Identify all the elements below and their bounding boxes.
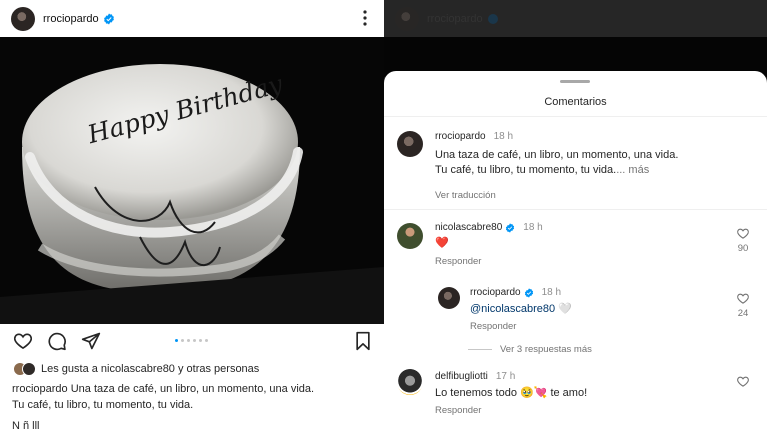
caption-username[interactable]: rrociopardo <box>435 131 486 142</box>
verified-badge-icon <box>524 287 533 298</box>
comments-sheet: Comentarios rrociopardo 18 h Una taza de… <box>384 71 767 430</box>
more-options-icon[interactable] <box>358 9 372 27</box>
carousel-dot <box>193 339 196 342</box>
comment-avatar[interactable] <box>397 223 423 249</box>
comment-time: 18 h <box>523 222 543 233</box>
comment-username[interactable]: nicolascabre80 <box>435 222 502 233</box>
cake-image: Happy Birthday <box>0 37 384 324</box>
carousel-dot <box>175 339 178 342</box>
mention-link[interactable]: @nicolascabre80 <box>470 303 555 315</box>
comment-author: nicolascabre80 18 h <box>435 222 543 233</box>
comment-avatar[interactable] <box>397 369 423 395</box>
divider <box>468 349 492 350</box>
heart-icon[interactable] <box>13 331 33 351</box>
verified-badge-icon <box>487 13 498 24</box>
caption-avatar[interactable] <box>397 131 423 157</box>
caption-line2: Tu café, tu libro, tu momento, tu vida. <box>12 399 194 411</box>
comment-time: 17 h <box>495 371 516 382</box>
likes-text[interactable]: Les gusta a nicolascabre80 y otras perso… <box>41 363 259 375</box>
comment-text: Lo tenemos todo 🥹💘 te amo! <box>435 387 588 399</box>
like-count: 24 <box>737 308 749 319</box>
post-header: rrociopardo <box>0 0 384 37</box>
view-more-replies[interactable]: Ver 3 respuestas más <box>468 344 592 355</box>
carousel-dot <box>181 339 184 342</box>
caption-line1: Una taza de café, un libro, un momento, … <box>435 149 679 161</box>
caption-username[interactable]: rrociopardo <box>12 383 68 395</box>
comment-icon[interactable] <box>47 331 67 351</box>
heart-icon[interactable] <box>736 375 750 388</box>
likes-summary[interactable]: Les gusta a nicolascabre80 y otras perso… <box>13 362 259 376</box>
carousel-dot <box>199 339 202 342</box>
sheet-title: Comentarios <box>544 96 607 108</box>
author-avatar[interactable] <box>11 6 35 31</box>
post-actions <box>13 331 373 353</box>
author-avatar <box>395 6 419 31</box>
like-count: 90 <box>737 243 749 254</box>
liker-avatar <box>22 362 36 376</box>
comment-username[interactable]: delfibugliotti <box>435 371 488 382</box>
comment-text: ❤️ <box>435 237 449 249</box>
caption-line1: Una taza de café, un libro, un momento, … <box>70 383 315 395</box>
reply-text: @nicolascabre80 🤍 <box>470 302 572 317</box>
caption-line2: Tu café, tu libro, tu momento, tu vida. <box>435 164 617 176</box>
view-more-replies-label[interactable]: Ver 3 respuestas más <box>500 344 592 355</box>
author-username[interactable]: rrociopardo <box>43 13 99 25</box>
verified-badge-icon <box>506 222 515 233</box>
caption-author: rrociopardo 18 h <box>435 131 513 142</box>
sheet-drag-handle[interactable] <box>560 80 590 83</box>
heart-icon[interactable] <box>736 292 750 305</box>
caption-text: Una taza de café, un libro, un momento, … <box>435 148 755 178</box>
heart-icon[interactable] <box>736 227 750 240</box>
translate-link[interactable]: Ver traducción <box>435 190 496 201</box>
reply-time: 18 h <box>541 287 562 298</box>
reply-button[interactable]: Responder <box>435 405 481 416</box>
caption-more-link[interactable]: ... más <box>616 164 649 176</box>
author-username: rrociopardo <box>427 12 483 25</box>
caption-overflow-text: N ñ lll <box>12 420 40 430</box>
comments-view: rrociopardo Comentarios rrociopardo 18 h… <box>384 0 767 430</box>
divider <box>384 116 767 117</box>
divider <box>384 209 767 210</box>
carousel-indicator <box>175 339 208 342</box>
reply-author: rrociopardo 18 h <box>470 287 561 298</box>
caption-time: 18 h <box>493 131 514 142</box>
post-photo[interactable]: Happy Birthday <box>0 37 384 324</box>
bookmark-icon[interactable] <box>353 331 373 351</box>
post-caption: rrociopardo Una taza de café, un libro, … <box>12 381 372 413</box>
carousel-dot <box>205 339 208 342</box>
carousel-dot <box>187 339 190 342</box>
reply-emoji: 🤍 <box>558 303 572 315</box>
post-view: rrociopardo Happy Birthday Les gusta a n… <box>0 0 384 430</box>
dimmed-post-header: rrociopardo <box>384 0 767 37</box>
reply-button[interactable]: Responder <box>470 321 516 332</box>
reply-avatar[interactable] <box>438 287 460 309</box>
comment-author: delfibugliotti 17 h <box>435 371 515 382</box>
share-icon[interactable] <box>81 331 101 351</box>
verified-badge-icon <box>103 13 114 24</box>
reply-username[interactable]: rrociopardo <box>470 287 521 298</box>
reply-button[interactable]: Responder <box>435 256 481 267</box>
